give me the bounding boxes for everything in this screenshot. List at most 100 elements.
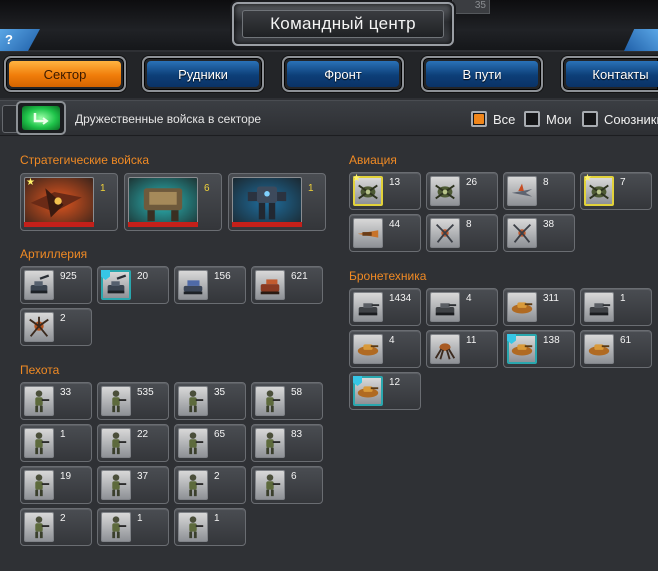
unit-card[interactable]: 621 [251,266,323,304]
filter-allies[interactable]: Союзники [582,111,658,127]
unit-card[interactable]: 2 [20,308,92,346]
unit-card[interactable]: 58 [251,382,323,420]
unit-count: 7 [620,177,626,188]
unit-card[interactable]: 44 [349,214,421,252]
unit-card[interactable]: 2 [20,508,92,546]
filter-all-label: Все [493,111,516,127]
unit-card[interactable]: 8 [426,214,498,252]
hover-tank-icon [357,344,379,356]
section-title-artillery: Артиллерия [20,247,88,261]
unit-card[interactable]: 83 [251,424,323,462]
health-bar [24,222,94,227]
filter-all-checkbox[interactable] [471,111,487,127]
unit-card[interactable]: 1 [580,288,652,326]
unit-count: 6 [291,471,297,482]
unit-thumbnail [507,292,537,322]
filter-mine[interactable]: Мои [524,111,571,127]
health-bar [128,222,198,227]
unit-card[interactable]: 12 [349,372,421,410]
unit-card[interactable]: 138 [503,330,575,368]
unit-thumbnail [430,218,460,248]
strategic-unit-card[interactable]: 6 [124,173,222,231]
unit-thumbnail [178,386,208,416]
title-plate-inner: Командный центр [242,10,444,38]
unit-count: 12 [389,377,401,388]
unit-card[interactable]: 8 [503,172,575,210]
strategic-unit-card[interactable]: 1 [228,173,326,231]
unit-card[interactable]: 1434 [349,288,421,326]
unit-card[interactable]: 925 [20,266,92,304]
fighter-jet-icon [511,183,533,197]
filter-all[interactable]: Все [471,111,515,127]
unit-count: 44 [389,219,401,230]
unit-count: 4 [466,293,472,304]
unit-card[interactable]: 4 [426,288,498,326]
unit-count: 2 [60,313,66,324]
unit-thumbnail [430,334,460,364]
unit-card[interactable]: 1 [97,508,169,546]
unit-card[interactable]: 38 [503,214,575,252]
soldier-icon [35,474,50,497]
tab-front[interactable]: Фронт [282,56,404,92]
unit-card[interactable]: 35 [174,382,246,420]
unit-thumbnail [24,512,54,542]
star-icon: ★ [352,173,361,184]
unit-count: 6 [204,183,210,194]
unit-card[interactable]: 22 [97,424,169,462]
help-button[interactable]: ? [0,29,40,51]
tab-contacts[interactable]: Контакты [561,56,658,92]
star-icon: ★ [26,177,35,188]
unit-thumbnail [507,176,537,206]
unit-count: 33 [60,387,72,398]
unit-thumbnail [178,470,208,500]
friendly-glow [22,106,60,130]
unit-card[interactable]: 6 [251,466,323,504]
unit-card[interactable]: 33 [20,382,92,420]
unit-count: 1434 [389,293,412,304]
unit-card[interactable]: ★ 7 [580,172,652,210]
filter-allies-label: Союзники [604,111,658,127]
unit-card[interactable]: ★ 13 [349,172,421,210]
unit-count: 19 [60,471,72,482]
friendly-troops-icon [16,101,66,135]
unit-card[interactable]: 535 [97,382,169,420]
tab-sector[interactable]: Сектор [4,56,126,92]
tab-label: Сектор [43,66,87,82]
unit-card[interactable]: 61 [580,330,652,368]
unit-card[interactable]: 4 [349,330,421,368]
unit-card[interactable]: 2 [174,466,246,504]
strategic-bomber-icon [30,188,82,218]
tank-icon [358,303,380,316]
unit-card[interactable]: 311 [503,288,575,326]
filter-label: Дружественные войска в секторе [75,112,262,126]
unit-card[interactable]: 20 [97,266,169,304]
tab-mines[interactable]: Рудники [142,56,264,92]
unit-card[interactable]: 65 [174,424,246,462]
strategic-unit-card[interactable]: ★ 1 [20,173,118,231]
unit-thumbnail [353,292,383,322]
unit-card[interactable]: 11 [426,330,498,368]
unit-card[interactable]: 19 [20,466,92,504]
unit-count: 1 [100,183,106,194]
unit-thumbnail [255,428,285,458]
unit-card[interactable]: 1 [174,508,246,546]
filter-mine-checkbox[interactable] [524,111,540,127]
armored-walker-icon [143,188,183,222]
filter-allies-checkbox[interactable] [582,111,598,127]
unit-card[interactable]: 1 [20,424,92,462]
unit-card[interactable]: 156 [174,266,246,304]
section-title-strategic: Стратегические войска [20,153,150,167]
tab-label: Контакты [592,66,649,82]
tab-in-transit[interactable]: В пути [421,56,543,92]
drone-icon [435,223,455,243]
unit-count: 1 [60,429,66,440]
unit-thumbnail [24,386,54,416]
title-plate: Командный центр [232,2,454,46]
tank-icon [435,303,457,316]
unit-card[interactable]: 37 [97,466,169,504]
soldier-icon [112,516,127,539]
unit-card[interactable]: 26 [426,172,498,210]
soldier-icon [112,474,127,497]
soldier-icon [189,432,204,455]
shield-arrow-icon [33,113,49,125]
